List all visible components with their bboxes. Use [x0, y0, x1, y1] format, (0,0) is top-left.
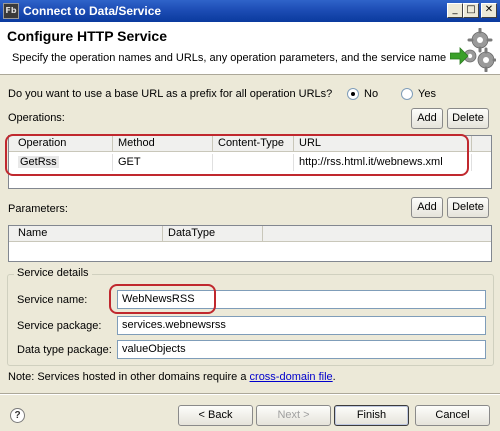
- minimize-button[interactable]: _: [447, 3, 463, 18]
- flash-builder-icon: Fb: [3, 3, 19, 19]
- cross-domain-note: Note: Services hosted in other domains r…: [8, 371, 336, 383]
- radio-yes-label[interactable]: Yes: [418, 88, 436, 100]
- parameters-table-header: Name DataType: [9, 226, 491, 242]
- page-subtitle: Specify the operation names and URLs, an…: [12, 52, 447, 64]
- delete-operation-button[interactable]: Delete: [447, 108, 489, 129]
- back-button[interactable]: < Back: [178, 405, 253, 426]
- cancel-button[interactable]: Cancel: [415, 405, 490, 426]
- parameters-label: Parameters:: [8, 203, 68, 215]
- gears-icon: [450, 28, 496, 72]
- page-title: Configure HTTP Service: [7, 28, 168, 44]
- note-text: Note: Services hosted in other domains r…: [8, 371, 247, 383]
- next-button[interactable]: Next >: [256, 405, 331, 426]
- service-name-label: Service name:: [17, 294, 88, 306]
- base-url-question: Do you want to use a base URL as a prefi…: [8, 88, 333, 100]
- radio-no-label[interactable]: No: [364, 88, 378, 100]
- delete-parameter-button[interactable]: Delete: [447, 197, 489, 218]
- footer-separator: [0, 393, 500, 395]
- data-type-package-label: Data type package:: [17, 344, 112, 356]
- col-datatype[interactable]: DataType: [163, 226, 263, 242]
- col-name[interactable]: Name: [13, 226, 163, 242]
- parameters-table[interactable]: Name DataType: [8, 225, 492, 262]
- title-bar: Fb Connect to Data/Service _ □ ✕: [0, 0, 500, 22]
- wizard-header: Configure HTTP Service Specify the opera…: [0, 22, 500, 75]
- service-package-label: Service package:: [17, 320, 102, 332]
- service-name-highlight: [109, 284, 216, 314]
- cross-domain-file-link[interactable]: cross-domain file: [250, 371, 333, 383]
- radio-no[interactable]: [347, 88, 359, 100]
- add-parameter-button[interactable]: Add: [411, 197, 443, 218]
- close-button[interactable]: ✕: [481, 3, 497, 18]
- maximize-button[interactable]: □: [463, 3, 479, 18]
- add-operation-button[interactable]: Add: [411, 108, 443, 129]
- window-title: Connect to Data/Service: [23, 4, 162, 18]
- service-package-input[interactable]: services.webnewsrss: [117, 316, 486, 335]
- operations-row-highlight: [5, 134, 469, 176]
- operations-label: Operations:: [8, 112, 65, 124]
- finish-button[interactable]: Finish: [334, 405, 409, 426]
- note-end: .: [332, 371, 336, 383]
- radio-yes[interactable]: [401, 88, 413, 100]
- data-type-package-input[interactable]: valueObjects: [117, 340, 486, 359]
- help-icon[interactable]: ?: [10, 408, 25, 423]
- service-details-title: Service details: [14, 267, 92, 279]
